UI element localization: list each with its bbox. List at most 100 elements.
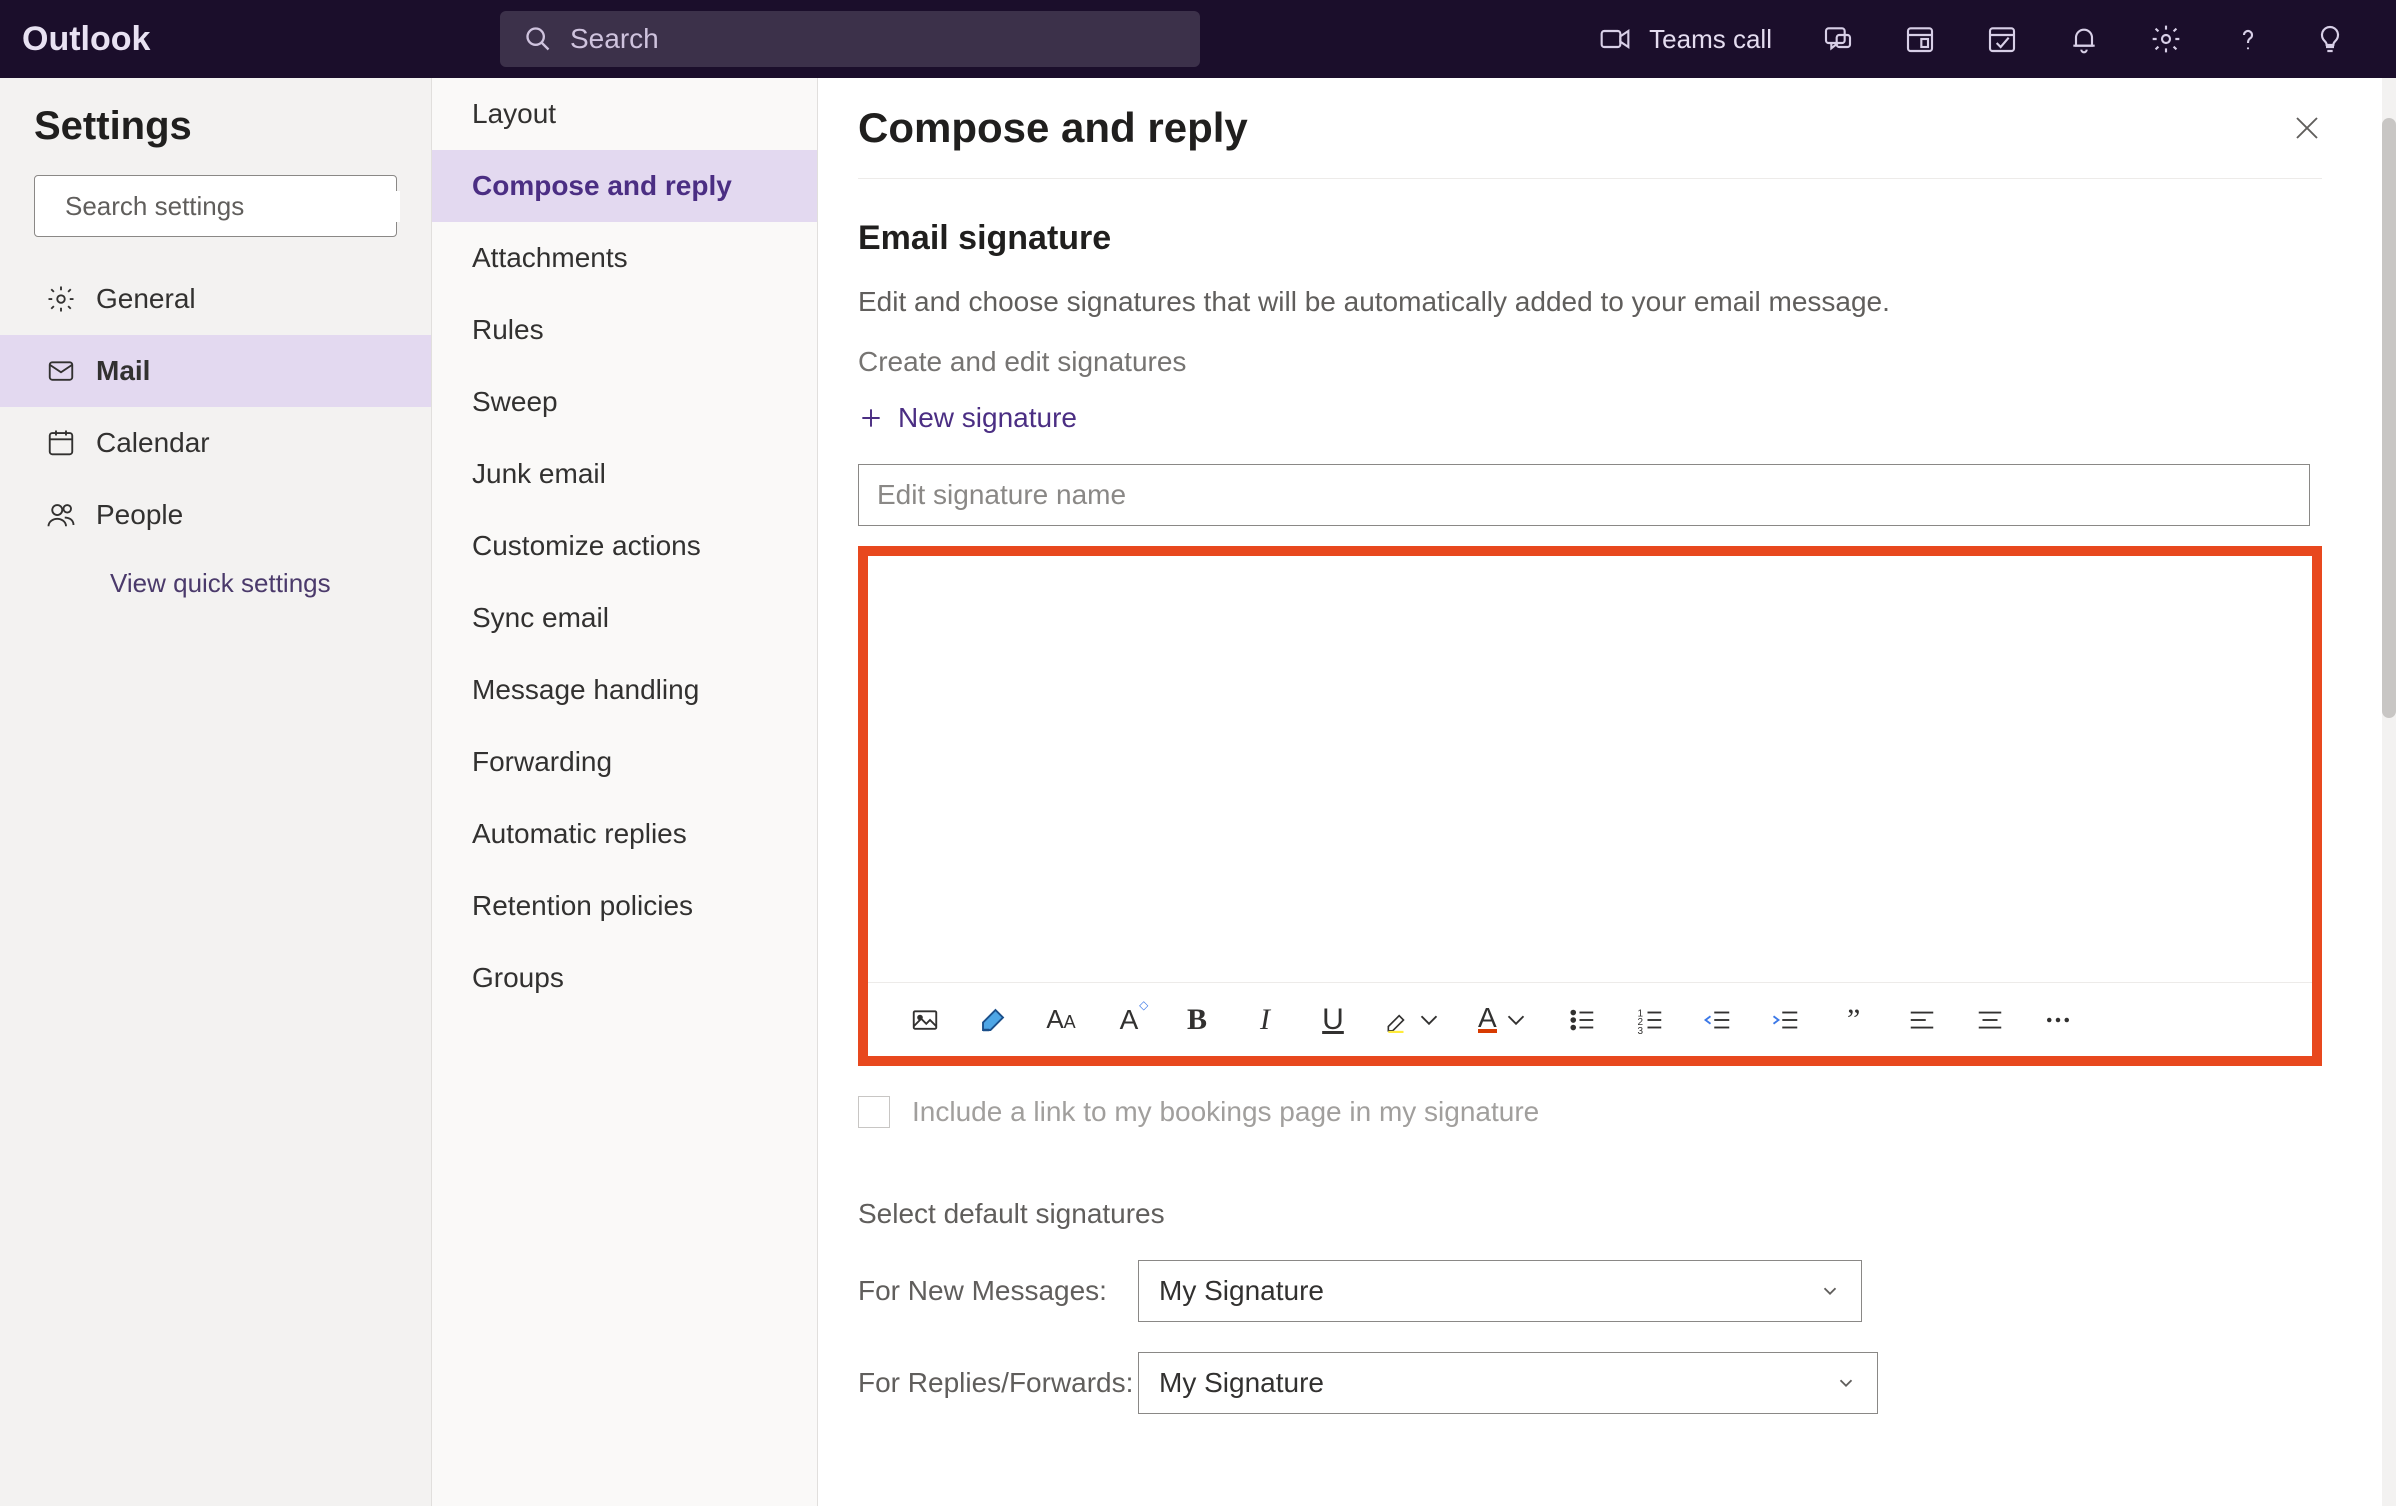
create-edit-signatures-label: Create and edit signatures [858,346,2322,378]
bold-button[interactable]: B [1180,1003,1214,1037]
top-app-bar: Outlook Teams call [0,0,2396,78]
bullet-list-button[interactable] [1565,1003,1599,1037]
bell-icon[interactable] [2068,23,2100,55]
gear-icon[interactable] [2150,23,2182,55]
global-search-input[interactable] [570,23,1176,55]
category-label: General [96,283,196,315]
subnav-groups[interactable]: Groups [432,942,817,1014]
teams-call-label: Teams call [1649,24,1772,55]
plus-icon [858,405,884,431]
settings-sidebar: Settings General Mail Calendar People Vi… [0,78,432,1506]
task-check-icon[interactable] [1986,23,2018,55]
highlighter-icon [1384,1007,1410,1033]
outdent-button[interactable] [1701,1003,1735,1037]
subnav-customize-actions[interactable]: Customize actions [432,510,817,582]
view-quick-settings-link[interactable]: View quick settings [0,551,431,615]
new-signature-button[interactable]: New signature [858,402,2322,434]
subnav-compose-and-reply[interactable]: Compose and reply [432,150,817,222]
search-icon [524,25,552,53]
subnav-retention-policies[interactable]: Retention policies [432,870,817,942]
chevron-down-icon [1835,1372,1857,1394]
bullets-icon [1567,1005,1597,1035]
align-center-button[interactable] [1973,1003,2007,1037]
align-left-button[interactable] [1905,1003,1939,1037]
global-search[interactable] [500,11,1200,67]
panel-header: Compose and reply [858,104,2322,179]
panel-scrollbar[interactable] [2382,78,2396,1506]
settings-panel: Compose and reply Email signature Edit a… [818,78,2396,1506]
for-new-messages-select[interactable]: My Signature [1138,1260,1862,1322]
gear-icon [46,284,76,314]
for-new-messages-row: For New Messages: My Signature [858,1260,2322,1322]
checkbox[interactable] [858,1096,890,1128]
subnav-attachments[interactable]: Attachments [432,222,817,294]
editor-toolbar: AA A◇ B I U A 123 [868,982,2312,1056]
signature-name-input[interactable] [858,464,2310,526]
subnav-sweep[interactable]: Sweep [432,366,817,438]
calendar-day-icon[interactable] [1904,23,1936,55]
insert-image-button[interactable] [908,1003,942,1037]
svg-text:3: 3 [1637,1025,1643,1034]
font-color-button[interactable]: A [1478,1003,1531,1037]
indent-icon [1771,1005,1801,1035]
outdent-icon [1703,1005,1733,1035]
for-replies-forwards-row: For Replies/Forwards: My Signature [858,1352,2322,1414]
more-options-button[interactable] [2041,1003,2075,1037]
category-calendar[interactable]: Calendar [0,407,431,479]
email-signature-description: Edit and choose signatures that will be … [858,286,2322,318]
scrollbar-thumb[interactable] [2382,118,2396,718]
help-icon[interactable] [2232,23,2264,55]
numbered-icon: 123 [1635,1005,1665,1035]
select-value: My Signature [1159,1367,1324,1399]
underline-button[interactable]: U [1316,1003,1350,1037]
image-icon [910,1005,940,1035]
subnav-layout[interactable]: Layout [432,78,817,150]
new-signature-label: New signature [898,402,1077,434]
subnav-junk-email[interactable]: Junk email [432,438,817,510]
for-replies-forwards-select[interactable]: My Signature [1138,1352,1878,1414]
bookings-link-label: Include a link to my bookings page in my… [912,1096,1539,1128]
font-family-button[interactable]: AA [1044,1003,1078,1037]
video-icon [1599,23,1631,55]
category-label: Calendar [96,427,210,459]
settings-search[interactable] [34,175,397,237]
signature-editor-textarea[interactable] [868,556,2312,982]
top-right-actions: Teams call [1200,23,2396,55]
select-value: My Signature [1159,1275,1324,1307]
category-mail[interactable]: Mail [0,335,431,407]
subnav-sync-email[interactable]: Sync email [432,582,817,654]
calendar-icon [46,428,76,458]
category-general[interactable]: General [0,263,431,335]
subnav-forwarding[interactable]: Forwarding [432,726,817,798]
numbered-list-button[interactable]: 123 [1633,1003,1667,1037]
close-icon[interactable] [2292,113,2322,143]
indent-button[interactable] [1769,1003,1803,1037]
chat-icon[interactable] [1822,23,1854,55]
font-size-button[interactable]: A◇ [1112,1003,1146,1037]
people-icon [46,500,76,530]
italic-button[interactable]: I [1248,1003,1282,1037]
format-painter-button[interactable] [976,1003,1010,1037]
ellipsis-icon [2043,1005,2073,1035]
subnav-rules[interactable]: Rules [432,294,817,366]
highlight-color-button[interactable] [1384,1003,1444,1037]
teams-call-button[interactable]: Teams call [1599,23,1772,55]
settings-search-input[interactable] [65,191,400,222]
chevron-down-icon [1501,1005,1531,1035]
subnav-automatic-replies[interactable]: Automatic replies [432,798,817,870]
category-label: People [96,499,183,531]
chevron-down-icon [1819,1280,1841,1302]
paint-icon [978,1005,1008,1035]
align-left-icon [1907,1005,1937,1035]
settings-title: Settings [0,104,431,175]
app-brand: Outlook [0,20,500,59]
subnav-message-handling[interactable]: Message handling [432,654,817,726]
lightbulb-icon[interactable] [2314,23,2346,55]
for-new-messages-label: For New Messages: [858,1275,1138,1307]
mail-icon [46,356,76,386]
select-default-signatures-heading: Select default signatures [858,1198,2322,1230]
category-people[interactable]: People [0,479,431,551]
chevron-down-icon [1414,1005,1444,1035]
quote-button[interactable]: ” [1837,1003,1871,1037]
bookings-link-checkbox-row[interactable]: Include a link to my bookings page in my… [858,1096,2322,1128]
